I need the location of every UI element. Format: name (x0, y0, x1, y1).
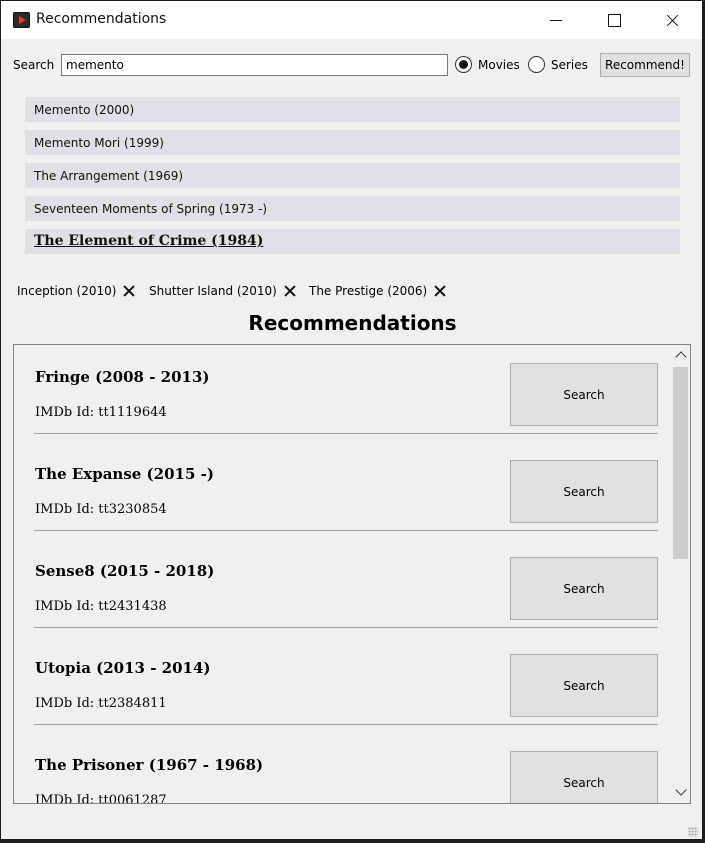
result-search-button[interactable]: Search (510, 363, 658, 426)
vertical-scrollbar[interactable] (671, 345, 690, 803)
result-title: Utopia (2013 - 2014) (35, 659, 211, 677)
result-title: The Prisoner (1967 - 1968) (35, 756, 264, 774)
result-search-button[interactable]: Search (510, 751, 658, 803)
result-card: Sense8 (2015 - 2018) IMDb Id: tt2431438 … (14, 539, 660, 636)
suggestion-item-highlighted[interactable]: The Element of Crime (1984) (25, 229, 680, 254)
close-icon[interactable] (433, 284, 447, 298)
search-label: Search (13, 58, 55, 72)
result-title: Sense8 (2015 - 2018) (35, 562, 215, 580)
chip-label: Inception (2010) (17, 284, 117, 298)
result-search-button[interactable]: Search (510, 557, 658, 620)
series-radio[interactable] (528, 56, 545, 73)
selected-chip: The Prestige (2006) (309, 282, 447, 300)
chip-label: The Prestige (2006) (309, 284, 428, 298)
divider (34, 724, 658, 725)
result-imdb-id: IMDb Id: tt3230854 (35, 502, 167, 517)
result-card: Fringe (2008 - 2013) IMDb Id: tt1119644 … (14, 345, 660, 442)
result-search-button[interactable]: Search (510, 460, 658, 523)
recommendations-window: Recommendations Search Movies Series Rec… (0, 0, 703, 840)
suggestion-item[interactable]: Memento (2000) (25, 97, 680, 122)
suggestion-item[interactable]: The Arrangement (1969) (25, 163, 680, 188)
play-icon (13, 12, 30, 28)
movies-radio[interactable] (455, 56, 472, 73)
selected-chip: Shutter Island (2010) (149, 282, 297, 300)
minimize-button[interactable] (528, 1, 584, 39)
movies-radio-label[interactable]: Movies (478, 58, 520, 72)
suggestion-item[interactable]: Seventeen Moments of Spring (1973 -) (25, 196, 680, 221)
chevron-down-icon[interactable] (674, 785, 687, 798)
close-window-button[interactable] (644, 1, 700, 39)
chevron-up-icon[interactable] (674, 349, 687, 362)
suggestion-item[interactable]: Memento Mori (1999) (25, 130, 680, 155)
resize-grip-icon[interactable] (688, 827, 698, 837)
window-title: Recommendations (36, 11, 167, 27)
scrollbar-thumb[interactable] (673, 367, 688, 559)
close-icon[interactable] (283, 284, 297, 298)
selected-chip: Inception (2010) (17, 282, 136, 300)
result-search-button[interactable]: Search (510, 654, 658, 717)
recommend-button[interactable]: Recommend! (600, 53, 690, 77)
divider (34, 433, 658, 434)
result-card: The Expanse (2015 -) IMDb Id: tt3230854 … (14, 442, 660, 539)
result-imdb-id: IMDb Id: tt2431438 (35, 599, 167, 614)
divider (34, 530, 658, 531)
result-title: The Expanse (2015 -) (35, 465, 214, 483)
results-list[interactable]: Fringe (2008 - 2013) IMDb Id: tt1119644 … (13, 344, 691, 804)
series-radio-label[interactable]: Series (551, 58, 588, 72)
search-input[interactable] (61, 54, 448, 76)
chip-label: Shutter Island (2010) (149, 284, 277, 298)
result-imdb-id: IMDb Id: tt0061287 (35, 793, 167, 804)
result-title: Fringe (2008 - 2013) (35, 368, 210, 386)
result-card: Utopia (2013 - 2014) IMDb Id: tt2384811 … (14, 636, 660, 733)
result-imdb-id: IMDb Id: tt2384811 (35, 696, 167, 711)
recommendations-heading: Recommendations (248, 311, 457, 335)
title-bar: Recommendations (1, 1, 702, 39)
divider (34, 627, 658, 628)
result-card: The Prisoner (1967 - 1968) IMDb Id: tt00… (14, 733, 660, 804)
close-icon[interactable] (122, 284, 136, 298)
result-imdb-id: IMDb Id: tt1119644 (35, 405, 167, 420)
maximize-button[interactable] (586, 1, 642, 39)
